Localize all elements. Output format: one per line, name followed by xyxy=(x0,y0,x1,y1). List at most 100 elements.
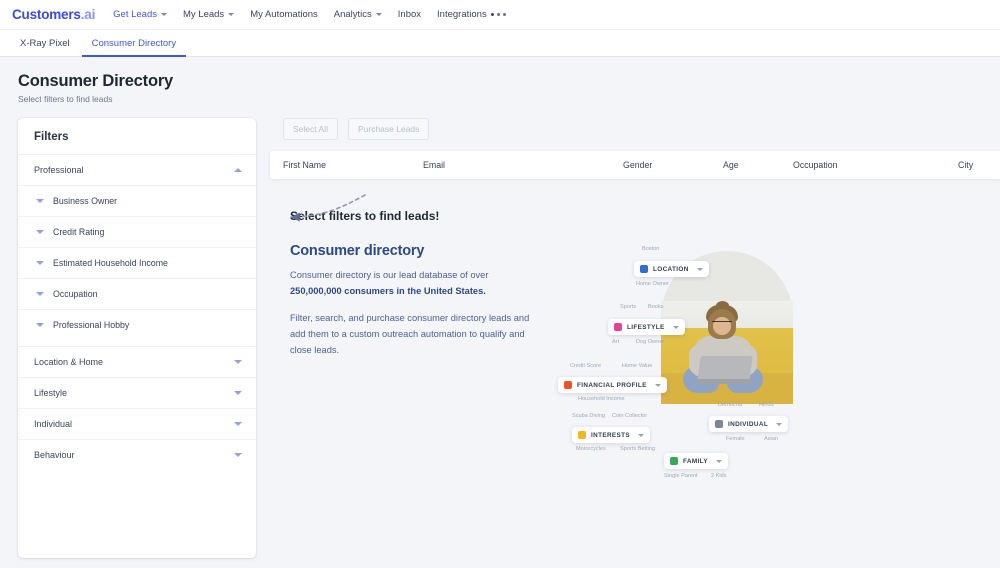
chip-tag-label: Scuba Diving xyxy=(572,413,605,419)
filter-group-header-lifestyle[interactable]: Lifestyle xyxy=(18,378,256,408)
filters-panel: Filters Professional Business Owner Credit… xyxy=(18,118,256,558)
chevron-down-icon xyxy=(654,383,661,387)
filter-subitem-professional-hobby[interactable]: Professional Hobby xyxy=(18,310,256,340)
chip-interests[interactable]: INTERESTS xyxy=(572,427,651,443)
nav-item-my-leads[interactable]: My Leads xyxy=(183,9,235,20)
filter-group-header-behaviour[interactable]: Behaviour xyxy=(18,440,256,470)
chevron-down-icon xyxy=(36,292,44,296)
chevron-down-icon xyxy=(234,360,242,364)
tab-bar: X-Ray Pixel Consumer Directory xyxy=(0,30,1000,57)
chip-label: INTERESTS xyxy=(591,431,631,439)
chevron-down-icon xyxy=(638,433,645,437)
chip-family[interactable]: FAMILY xyxy=(664,453,728,469)
nav-item-label: Get Leads xyxy=(113,9,157,20)
tab-x-ray-pixel[interactable]: X-Ray Pixel xyxy=(10,31,80,57)
filters-title: Filters xyxy=(34,131,69,143)
chip-tag-label: Sports xyxy=(620,304,637,310)
filter-group-header-professional[interactable]: Professional xyxy=(18,155,256,185)
empty-state: Select filters to find leads! Consumer d… xyxy=(270,179,1000,483)
dashed-curved-arrow-left-icon xyxy=(290,194,366,222)
page-title: Consumer Directory xyxy=(18,72,174,90)
nav-item-label: My Automations xyxy=(250,9,318,20)
purchase-leads-button[interactable]: Purchase Leads xyxy=(347,118,430,140)
table-column-header-occupation[interactable]: Occupation xyxy=(793,160,958,170)
filter-subitem-label: Business Owner xyxy=(53,196,118,206)
chip-tag-label: Home Value xyxy=(622,363,653,369)
main-content: Filters Professional Business Owner Credit… xyxy=(0,104,1000,558)
chip-tag-label: Household Income xyxy=(578,396,625,402)
chip-tag-label: Home Owner xyxy=(636,281,669,287)
glasses-icon xyxy=(712,321,732,326)
app-root: Customers.ai Get Leads My Leads My Automat… xyxy=(0,0,1000,568)
filter-group-header-location-home[interactable]: Location & Home xyxy=(18,347,256,377)
chevron-down-icon xyxy=(228,13,235,16)
chevron-up-icon xyxy=(234,168,242,172)
chevron-down-icon xyxy=(776,422,783,426)
filter-group: Lifestyle xyxy=(18,377,256,408)
promo-paragraph-2: Filter, search, and purchase consumer di… xyxy=(290,312,530,355)
more-horizontal-icon[interactable] xyxy=(490,13,506,16)
table-column-header-email[interactable]: Email xyxy=(423,160,623,170)
chevron-down-icon xyxy=(715,459,722,463)
chip-lifestyle[interactable]: LIFESTYLE xyxy=(608,319,685,335)
nav-item-integrations[interactable]: Integrations xyxy=(437,9,487,20)
filter-group-list: Professional Business Owner Credit Rating E… xyxy=(18,154,256,470)
table-column-header-city[interactable]: City xyxy=(958,160,998,170)
nav-item-get-leads[interactable]: Get Leads xyxy=(113,9,167,20)
page-subtitle: Select filters to find leads xyxy=(18,94,113,104)
chevron-down-icon xyxy=(36,261,44,265)
table-column-header-first-name[interactable]: First Name xyxy=(283,160,423,170)
credit-card-icon xyxy=(564,381,572,389)
table-header-row: First Name Email Gender Age Occupation City xyxy=(270,151,1000,179)
chip-label: LOCATION xyxy=(653,265,689,273)
nav-item-inbox[interactable]: Inbox xyxy=(398,9,421,20)
nav-item-analytics[interactable]: Analytics xyxy=(334,9,382,20)
chip-tag-label: 2 Kids xyxy=(711,473,727,479)
chip-individual[interactable]: INDIVIDUAL xyxy=(709,416,789,432)
promo-section: Consumer directory Consumer directory is… xyxy=(270,223,1000,483)
filter-group: Behaviour xyxy=(18,439,256,470)
filter-group-label: Location & Home xyxy=(34,357,104,367)
chip-tag-label: Hindu xyxy=(759,402,774,408)
filter-group-label: Lifestyle xyxy=(34,388,68,398)
laptop-base-shape xyxy=(697,379,753,384)
filter-group-header-individual[interactable]: Individual xyxy=(18,409,256,439)
filter-subitem-estimated-household-income[interactable]: Estimated Household Income xyxy=(18,248,256,278)
chevron-down-icon xyxy=(36,323,44,327)
filter-subitem-label: Estimated Household Income xyxy=(53,258,168,268)
face-shape xyxy=(713,317,731,335)
filter-subitem-credit-rating[interactable]: Credit Rating xyxy=(18,217,256,247)
tab-consumer-directory[interactable]: Consumer Directory xyxy=(81,31,187,57)
chip-tag-label: Dog Owner xyxy=(636,339,665,345)
logo-brand-text: Customers xyxy=(12,7,81,22)
chip-tag-label: Democrat xyxy=(718,402,743,408)
filter-subitem-business-owner[interactable]: Business Owner xyxy=(18,186,256,216)
nav-item-label: Analytics xyxy=(333,9,372,20)
filter-group: Location & Home xyxy=(18,346,256,377)
filter-subitem: Credit Rating xyxy=(18,216,256,247)
map-pin-icon xyxy=(640,265,648,273)
filter-subitem-occupation[interactable]: Occupation xyxy=(18,279,256,309)
filter-subitem-label: Credit Rating xyxy=(53,227,105,237)
chevron-down-icon xyxy=(672,325,679,329)
promo-p1-lead: Consumer directory is our lead database … xyxy=(290,270,489,280)
nav-item-label: Inbox xyxy=(397,9,422,20)
table-column-header-age[interactable]: Age xyxy=(723,160,793,170)
top-navbar: Customers.ai Get Leads My Leads My Automat… xyxy=(0,0,1000,30)
empty-state-headline: Select filters to find leads! xyxy=(290,209,440,223)
table-column-header-gender[interactable]: Gender xyxy=(623,160,723,170)
illustration-photo xyxy=(661,301,793,404)
select-all-button[interactable]: Select All xyxy=(283,118,338,140)
chevron-down-icon xyxy=(375,13,382,16)
chip-tag-label: Sports Betting xyxy=(620,446,656,452)
chevron-down-icon xyxy=(36,199,44,203)
filter-subitem: Business Owner xyxy=(18,185,256,216)
chip-tag-label: Credit Score xyxy=(570,363,602,369)
chip-financial-profile[interactable]: FINANCIAL PROFILE xyxy=(558,377,667,393)
chip-location[interactable]: LOCATION xyxy=(634,261,709,277)
filter-subitem-label: Professional Hobby xyxy=(53,320,130,330)
app-logo[interactable]: Customers.ai xyxy=(12,7,95,22)
nav-item-my-automations[interactable]: My Automations xyxy=(250,9,318,20)
chevron-down-icon xyxy=(234,422,242,426)
chip-tag-label: Single Parent xyxy=(664,473,698,479)
